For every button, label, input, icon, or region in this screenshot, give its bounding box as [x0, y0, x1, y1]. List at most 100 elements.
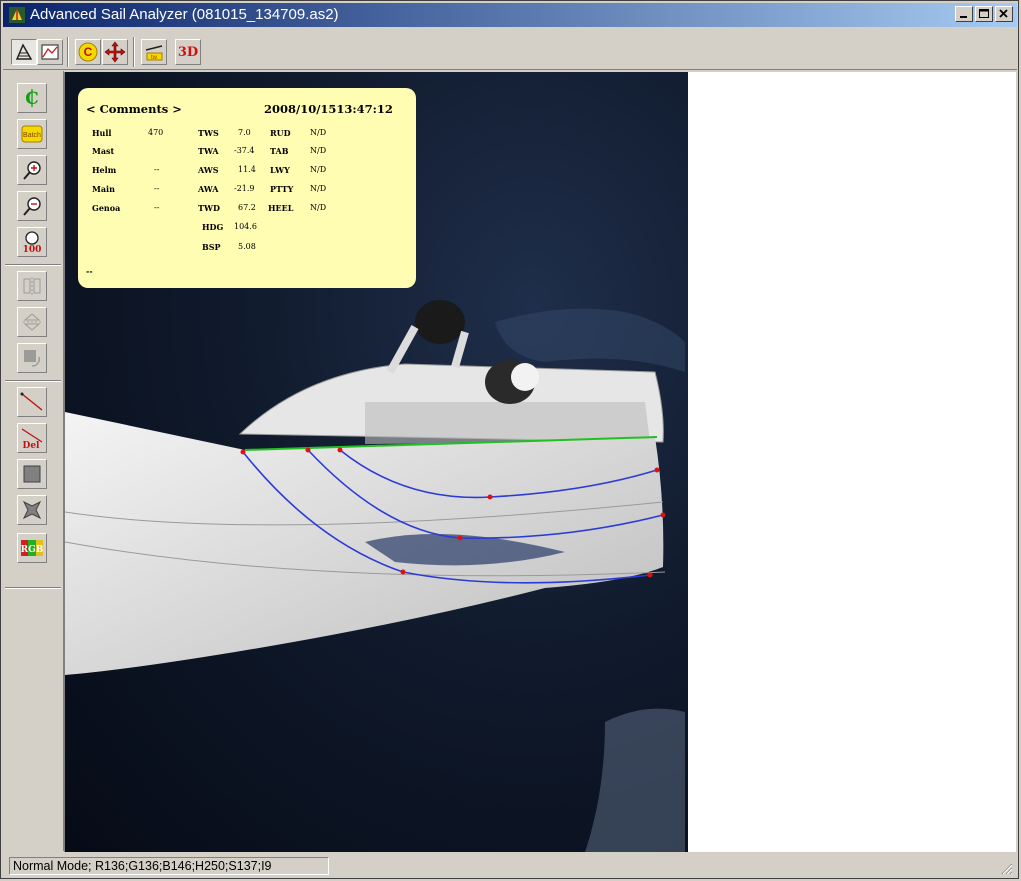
comment-value: -- [154, 165, 160, 174]
svg-text:Batch: Batch [23, 132, 41, 139]
comment-value: N/D [310, 203, 327, 212]
comment-label: AWS [198, 165, 219, 175]
comment-label: Genoa [92, 203, 121, 213]
comment-value: 5.08 [238, 242, 256, 251]
minimize-icon [960, 16, 967, 18]
crop-shape-icon [22, 500, 42, 520]
window-title: Advanced Sail Analyzer (081015_134709.as… [30, 6, 339, 23]
flip-horizontal-button[interactable] [17, 271, 47, 301]
maximize-button[interactable] [975, 6, 993, 22]
sail-photo[interactable]: < Comments > 2008/10/1513:47:12 Hull 470… [65, 72, 688, 852]
capture-icon: C [78, 42, 98, 62]
close-button[interactable] [995, 6, 1013, 22]
title-bar[interactable]: Advanced Sail Analyzer (081015_134709.as… [3, 3, 1017, 27]
comment-value: 104.6 [234, 222, 257, 231]
comment-label: Helm [92, 165, 117, 175]
comments-header: < Comments > [86, 102, 182, 116]
flip-vertical-icon [23, 313, 41, 331]
comment-label: HEEL [268, 203, 294, 213]
draw-line-button[interactable] [17, 387, 47, 417]
wind-tool-button[interactable]: tw [141, 39, 167, 65]
flip-horizontal-icon [23, 277, 41, 295]
graph-icon [41, 44, 59, 60]
wind-icon: tw [145, 45, 163, 61]
svg-text:Del: Del [23, 441, 41, 450]
svg-text:C: C [84, 45, 93, 59]
comment-value: N/D [310, 128, 327, 137]
zoom-100-button[interactable]: 100 [17, 227, 47, 257]
svg-text:tw: tw [151, 55, 158, 61]
centerline-icon: C [25, 89, 39, 109]
resize-grip-icon[interactable] [1001, 863, 1013, 875]
comments-datetime: 2008/10/1513:47:12 [264, 102, 393, 116]
delete-icon: Del [21, 428, 43, 450]
status-bar: Normal Mode; R136;G136;B146;H250;S137;I9 [3, 855, 1017, 877]
close-icon [999, 9, 1008, 18]
graph-view-button[interactable] [37, 39, 63, 65]
comments-panel: < Comments > 2008/10/1513:47:12 Hull 470… [78, 88, 416, 288]
center-line-tool-button[interactable]: C [17, 83, 47, 113]
comment-label: HDG [202, 222, 224, 232]
comment-value: 7.0 [238, 128, 251, 137]
crop-shape-button[interactable] [17, 495, 47, 525]
toolbar-separator [5, 264, 61, 266]
sail-icon [15, 43, 33, 60]
status-text: Normal Mode; R136;G136;B146;H250;S137;I9 [9, 857, 329, 875]
comment-value: -- [154, 184, 160, 193]
zoom-in-icon [23, 161, 41, 180]
draw-line-icon [20, 392, 43, 411]
comment-label: LWY [270, 165, 290, 175]
toolbar-separator [133, 37, 135, 67]
window-controls [955, 6, 1013, 22]
rotate-button[interactable] [17, 343, 47, 373]
comment-label: AWA [198, 184, 219, 194]
toolbar-separator [5, 380, 61, 382]
toolbar-separator [67, 37, 69, 67]
batch-icon: Batch [21, 125, 43, 143]
comment-value: -- [154, 203, 160, 212]
zoom-100-icon: 100 [23, 231, 42, 254]
rgb-icon: RGB [21, 540, 44, 556]
comment-value: N/D [310, 184, 327, 193]
comment-label: Mast [92, 146, 115, 156]
image-canvas[interactable]: < Comments > 2008/10/1513:47:12 Hull 470… [64, 72, 1016, 852]
delete-line-button[interactable]: Del [17, 423, 47, 453]
move-tool-button[interactable] [102, 39, 128, 65]
comment-value: N/D [310, 165, 327, 174]
comment-label: TWA [198, 146, 219, 156]
threed-label: 3D [177, 44, 199, 60]
comments-footer: -- [86, 266, 93, 276]
top-toolbar: C tw 3D [3, 29, 1017, 70]
svg-text:RGB: RGB [21, 545, 44, 555]
comment-label: Hull [92, 128, 112, 138]
app-icon [9, 7, 25, 23]
comment-value: N/D [310, 146, 327, 155]
genoa-sail [65, 412, 664, 675]
comment-label: BSP [202, 242, 221, 252]
left-toolbar: C Batch 100 Del RGB [3, 71, 64, 851]
flip-vertical-button[interactable] [17, 307, 47, 337]
minimize-button[interactable] [955, 6, 973, 22]
comment-label: RUD [270, 128, 291, 138]
batch-tool-button[interactable]: Batch [17, 119, 47, 149]
move-icon [104, 41, 126, 63]
app-window: Advanced Sail Analyzer (081015_134709.as… [0, 0, 1019, 879]
zoom-out-icon [23, 197, 41, 216]
rotate-icon [24, 350, 41, 367]
sail-draw-tool-button[interactable] [11, 39, 37, 65]
comment-value: 67.2 [238, 203, 256, 212]
capture-button[interactable]: C [75, 39, 101, 65]
zoom-in-button[interactable] [17, 155, 47, 185]
comment-value: -21.9 [234, 184, 255, 193]
svg-text:100: 100 [23, 245, 42, 254]
rectangle-icon [23, 465, 41, 483]
comment-value: 11.4 [238, 165, 256, 174]
threed-view-button[interactable]: 3D [175, 39, 201, 65]
comment-value: -37.4 [234, 146, 255, 155]
zoom-out-button[interactable] [17, 191, 47, 221]
comment-label: Main [92, 184, 115, 194]
rgb-analysis-button[interactable]: RGB [17, 533, 47, 563]
fill-rectangle-button[interactable] [17, 459, 47, 489]
comment-label: TAB [270, 146, 289, 156]
toolbar-separator [5, 587, 61, 589]
